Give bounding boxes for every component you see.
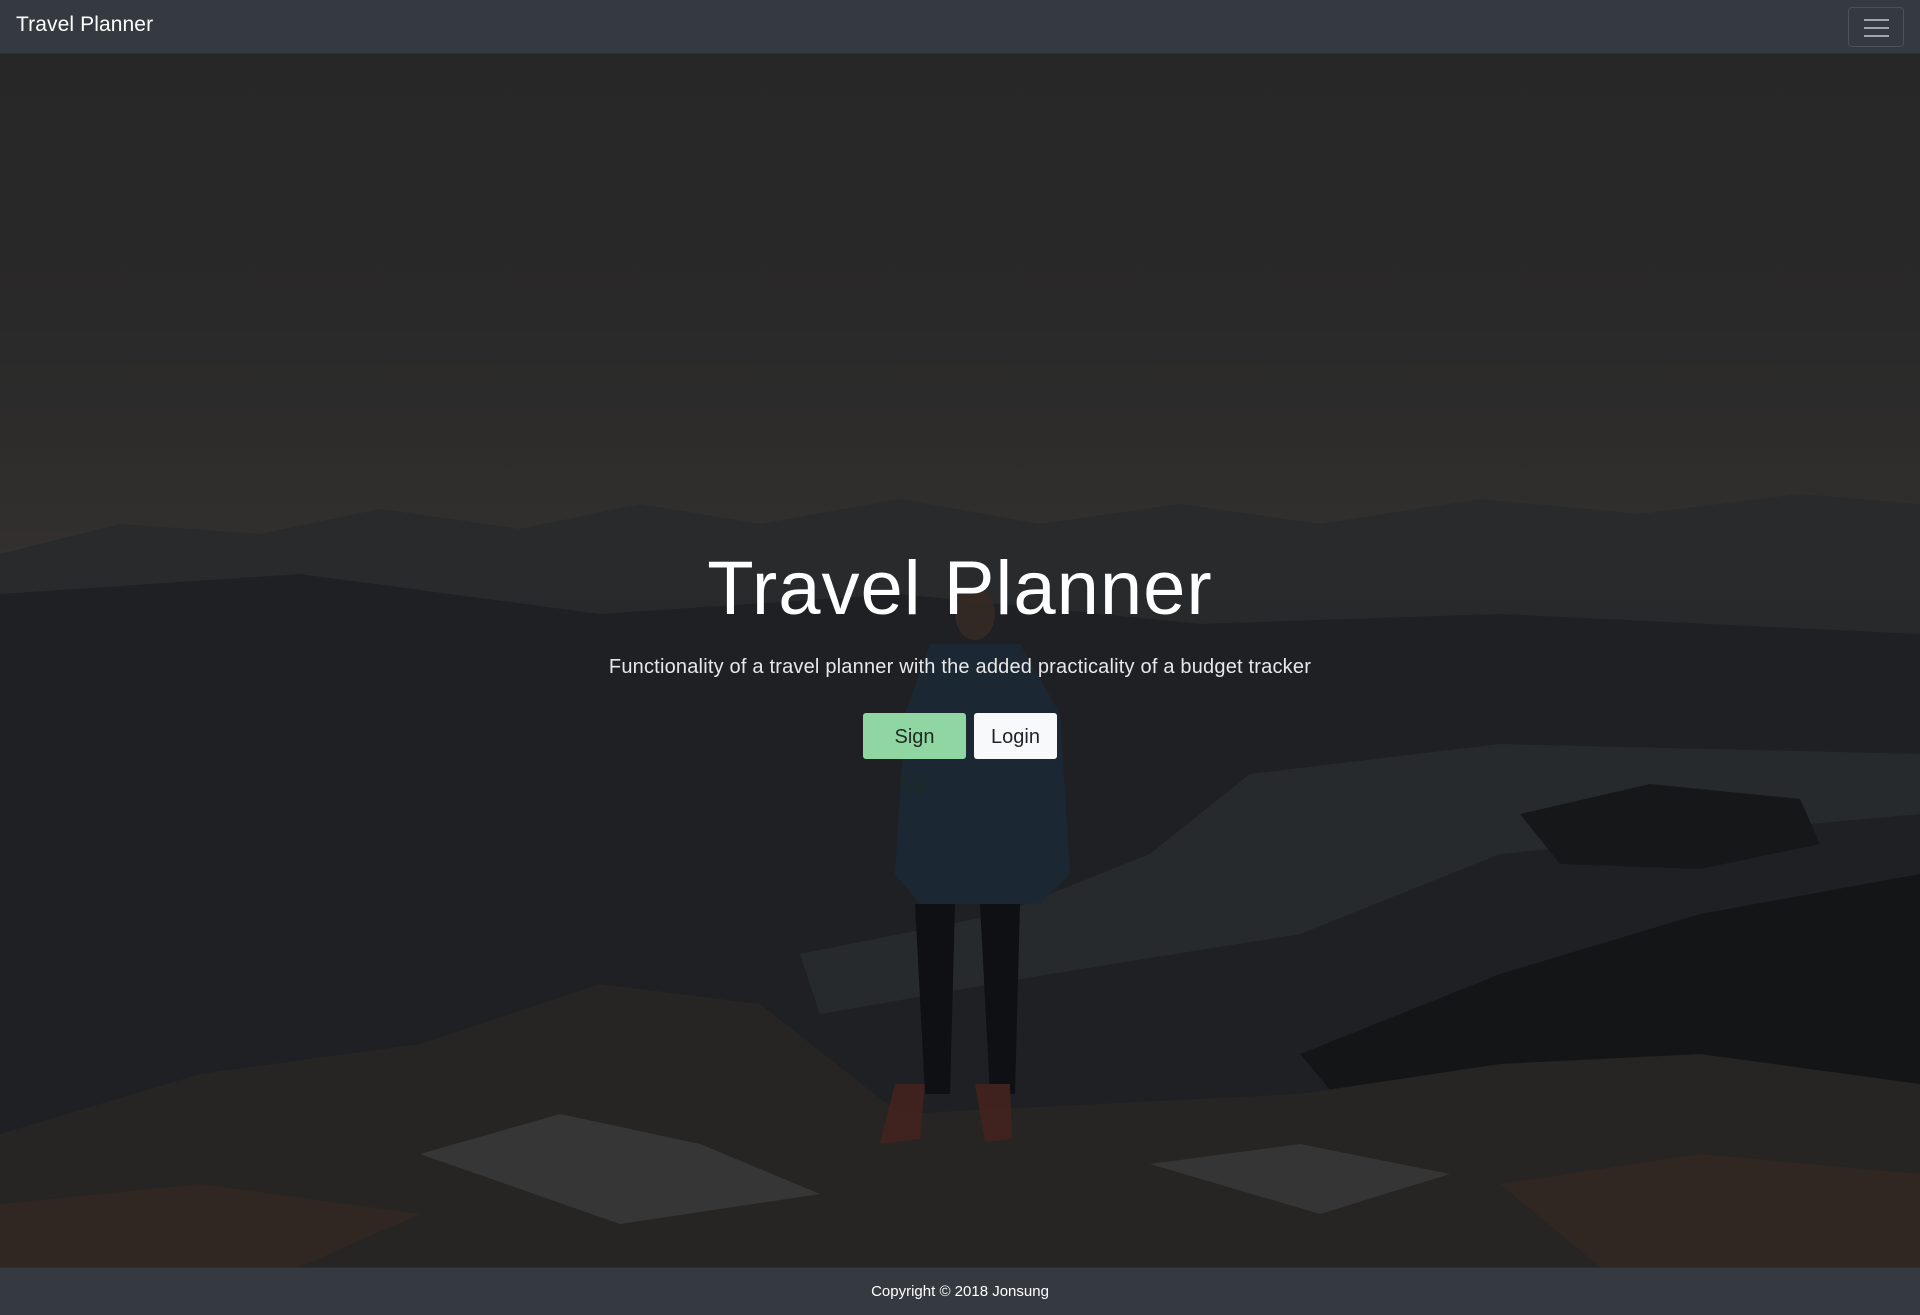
login-button[interactable]: Login xyxy=(974,713,1057,759)
navbar-brand[interactable]: Travel Planner xyxy=(16,13,153,37)
page: Travel Planner Travel Planner Functional… xyxy=(0,0,1920,1315)
hero-button-group: Sign Up Login xyxy=(0,713,1920,794)
hero-section: Travel Planner Functionality of a travel… xyxy=(0,54,1920,1267)
top-navbar: Travel Planner xyxy=(0,0,1920,54)
copyright-text: Copyright © 2018 Jonsung xyxy=(871,1283,1049,1300)
menu-toggle-button[interactable] xyxy=(1848,7,1904,47)
hero-content: Travel Planner Functionality of a travel… xyxy=(0,544,1920,794)
sign-up-button[interactable]: Sign Up xyxy=(863,713,966,794)
hero-subtitle: Functionality of a travel planner with t… xyxy=(608,656,1312,678)
footer: Copyright © 2018 Jonsung xyxy=(0,1267,1920,1315)
hero-title: Travel Planner xyxy=(707,546,1213,631)
